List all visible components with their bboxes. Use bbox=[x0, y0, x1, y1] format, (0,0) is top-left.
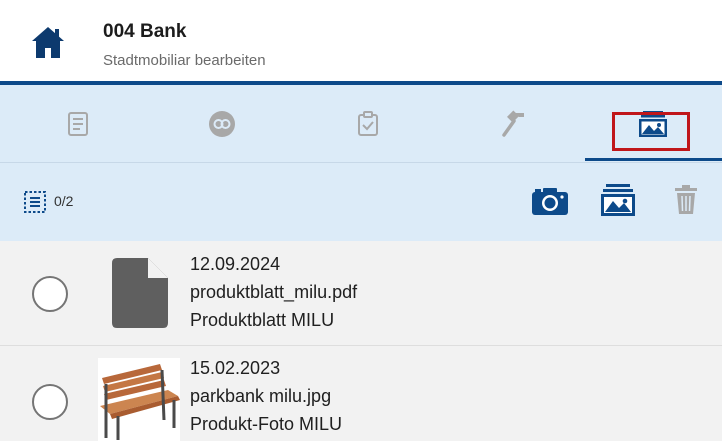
select-radio[interactable] bbox=[32, 384, 68, 420]
list-item[interactable]: 15.02.2023 parkbank milu.jpg Produkt-Fot… bbox=[0, 346, 722, 441]
home-icon[interactable] bbox=[30, 24, 66, 60]
item-description: Produktblatt MILU bbox=[190, 310, 335, 330]
bench-image-thumbnail bbox=[98, 358, 180, 441]
select-radio[interactable] bbox=[32, 276, 68, 312]
hammer-icon bbox=[502, 109, 524, 137]
active-tab-indicator bbox=[585, 158, 722, 161]
file-icon bbox=[112, 258, 168, 328]
link-circle-icon bbox=[209, 110, 235, 137]
gallery-icon[interactable] bbox=[600, 183, 636, 217]
tab-maintenance[interactable] bbox=[449, 85, 579, 162]
tab-bar bbox=[0, 85, 722, 163]
tab-links[interactable] bbox=[157, 85, 287, 162]
tab-checklist[interactable] bbox=[303, 85, 433, 162]
item-filename: parkbank milu.jpg bbox=[190, 386, 332, 406]
item-filename: produktblatt_milu.pdf bbox=[190, 282, 358, 302]
selection-count: 0/2 bbox=[54, 193, 74, 209]
toolbar: 0/2 bbox=[0, 163, 722, 241]
item-description: Produkt-Foto MILU bbox=[190, 414, 343, 434]
page-title: 004 Bank bbox=[103, 21, 187, 42]
tab-details[interactable] bbox=[13, 85, 143, 162]
item-text: 12.09.2024 produktblatt_milu.pdf Produkt… bbox=[190, 250, 357, 334]
page-subtitle: Stadtmobiliar bearbeiten bbox=[103, 52, 266, 69]
app-window: 004 Bank Stadtmobiliar bearbeiten 0/2 12… bbox=[0, 0, 722, 441]
clipboard-check-icon bbox=[358, 110, 378, 136]
trash-icon[interactable] bbox=[674, 185, 698, 215]
select-all-icon[interactable] bbox=[24, 191, 46, 213]
item-text: 15.02.2023 parkbank milu.jpg Produkt-Fot… bbox=[190, 354, 342, 438]
header: 004 Bank Stadtmobiliar bearbeiten bbox=[0, 0, 722, 85]
gallery-icon bbox=[639, 110, 667, 137]
list-item[interactable]: 12.09.2024 produktblatt_milu.pdf Produkt… bbox=[0, 241, 722, 346]
document-icon bbox=[68, 111, 88, 136]
item-date: 12.09.2024 bbox=[190, 254, 281, 274]
tab-images[interactable] bbox=[588, 85, 718, 162]
item-date: 15.02.2023 bbox=[190, 358, 281, 378]
camera-icon[interactable] bbox=[531, 186, 569, 216]
attachment-list: 12.09.2024 produktblatt_milu.pdf Produkt… bbox=[0, 241, 722, 441]
